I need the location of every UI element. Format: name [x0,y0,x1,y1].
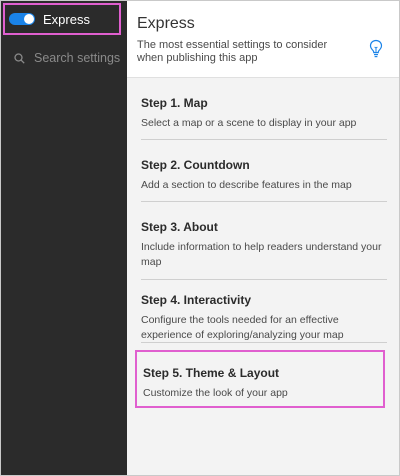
lightbulb-icon[interactable] [369,39,383,59]
main-panel: Express The most essential settings to c… [127,1,399,475]
settings-window: Express Search settings Express The most… [0,0,400,476]
step-description: Customize the look of your app [143,387,288,399]
step-5-theme-layout[interactable]: Step 5. Theme & Layout Customize the loo… [135,350,385,408]
step-description: Add a section to describe features in th… [141,179,352,191]
search-settings[interactable]: Search settings [1,41,127,75]
page-description: The most essential settings to consider … [137,39,328,64]
step-4-interactivity[interactable]: Step 4. Interactivity Configure the tool… [141,293,387,343]
search-icon [14,52,25,64]
step-description: Include information to help readers unde… [141,241,382,268]
search-input[interactable]: Search settings [34,51,120,65]
sidebar: Express Search settings [1,1,127,475]
step-title: Step 5. Theme & Layout [143,366,280,380]
step-3-about[interactable]: Step 3. About Include information to hel… [141,220,387,280]
express-toggle-row[interactable]: Express [3,3,121,35]
step-2-countdown[interactable]: Step 2. Countdown Add a section to descr… [141,158,387,202]
express-toggle-label: Express [43,11,90,27]
step-title: Step 1. Map [141,96,208,110]
step-1-map[interactable]: Step 1. Map Select a map or a scene to d… [141,96,387,140]
step-title: Step 3. About [141,220,218,234]
express-toggle[interactable] [9,13,35,25]
toggle-knob [24,14,34,24]
step-description: Select a map or a scene to display in yo… [141,117,357,129]
panel-header: Express The most essential settings to c… [127,1,399,78]
step-title: Step 4. Interactivity [141,293,252,307]
step-description: Configure the tools needed for an effect… [141,314,344,341]
page-title: Express [137,15,195,32]
step-title: Step 2. Countdown [141,158,250,172]
